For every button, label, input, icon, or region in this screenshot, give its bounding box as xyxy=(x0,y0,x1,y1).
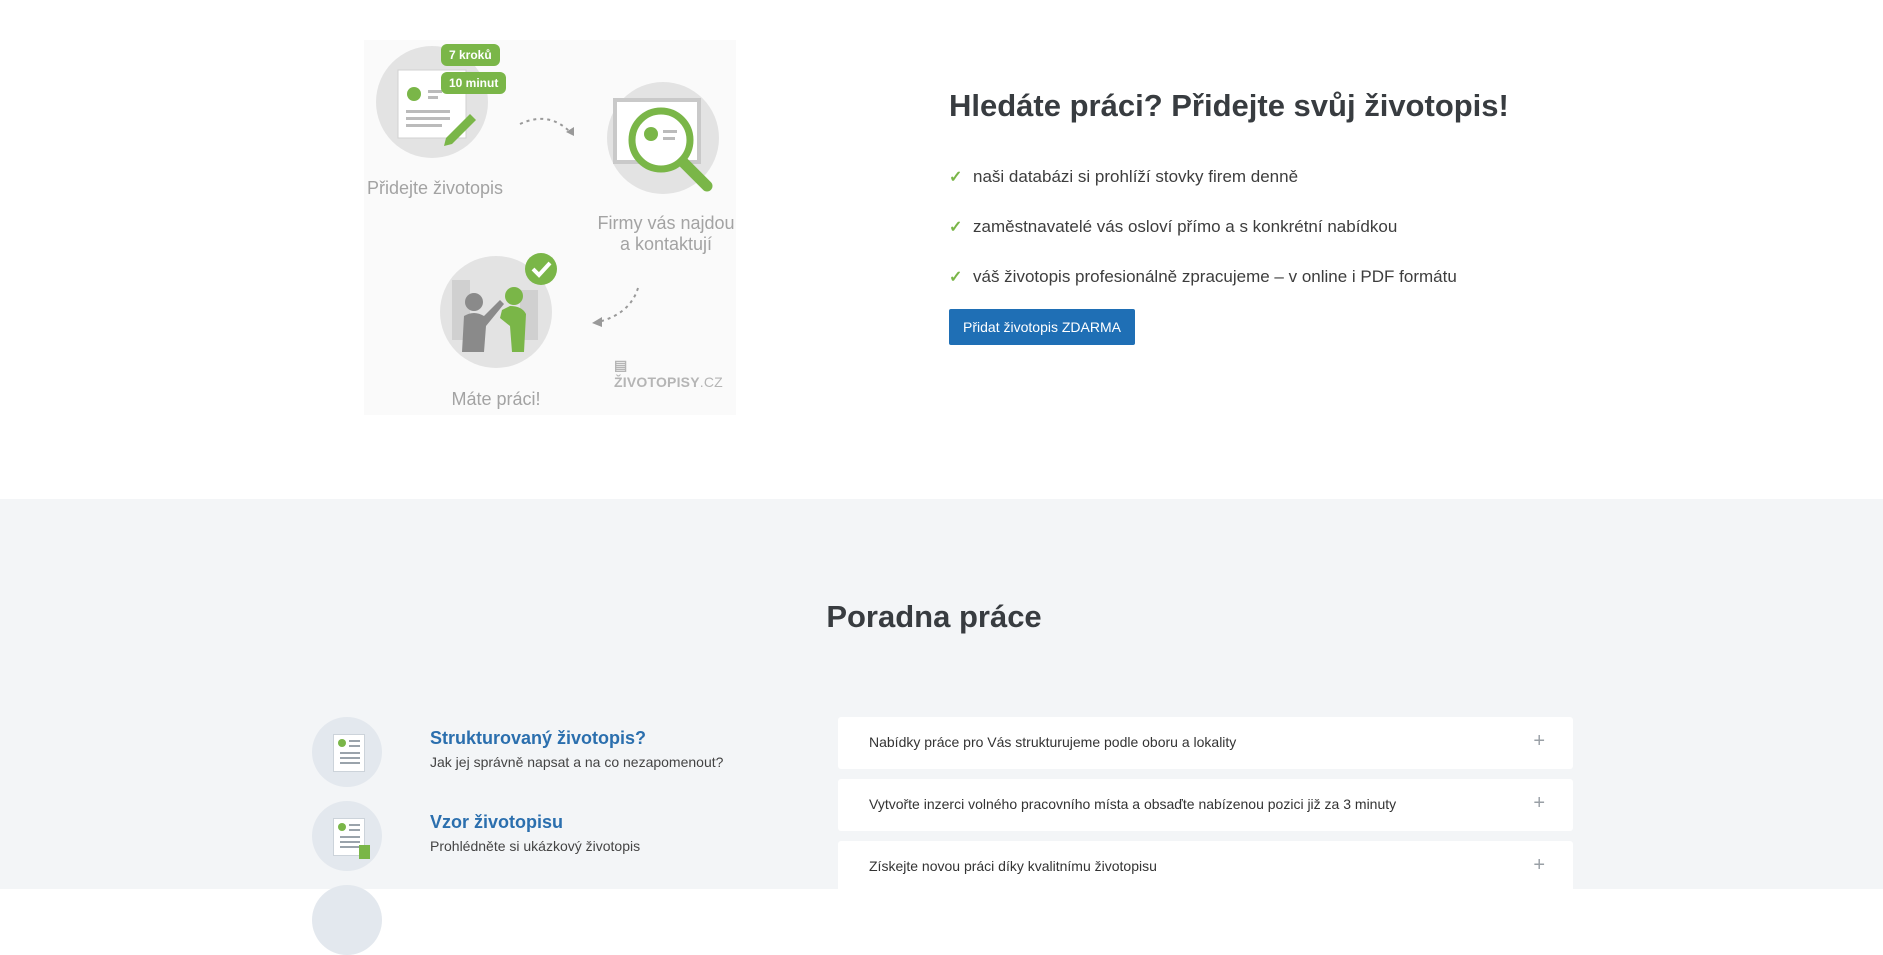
guide-icon-partial xyxy=(312,885,382,955)
brand-logo-text: ŽIVOTOPISY xyxy=(614,374,700,390)
faq-item[interactable]: Získejte novou práci díky kvalitnímu živ… xyxy=(838,841,1573,893)
doc-avatar xyxy=(338,739,346,747)
doc-line xyxy=(340,757,360,759)
guide-subtitle: Jak jej správně napsat a na co nezapomen… xyxy=(430,754,724,770)
faq-question: Získejte novou práci díky kvalitnímu živ… xyxy=(869,858,1157,874)
brand-logo-suffix: .CZ xyxy=(699,374,723,390)
benefit-item: ✓ naši databázi si prohlíží stovky firem… xyxy=(949,152,1457,202)
search-magnifier-icon xyxy=(613,98,713,192)
check-icon: ✓ xyxy=(949,169,963,186)
steps-badge: 7 kroků xyxy=(441,44,500,66)
cv-sample-icon xyxy=(312,801,382,871)
advice-section: Poradna práce Strukturovaný životopis? J… xyxy=(0,499,1883,955)
step-companies-circle xyxy=(607,82,719,194)
guide-subtitle: Prohlédněte si ukázkový životopis xyxy=(430,838,641,854)
guide-title-link[interactable]: Vzor životopisu xyxy=(430,812,563,833)
doc-line xyxy=(349,745,360,747)
guide-cv-sample[interactable]: Vzor životopisu Prohlédněte si ukázkový … xyxy=(312,801,732,871)
doc-line xyxy=(340,841,360,843)
doc-line xyxy=(340,846,360,848)
expand-plus-icon[interactable]: + xyxy=(1533,730,1545,753)
minutes-badge: 10 minut xyxy=(441,72,507,94)
faq-item[interactable]: Vytvořte inzerci volného pracovního míst… xyxy=(838,779,1573,831)
checkmark-badge-icon xyxy=(525,253,557,285)
doc-line xyxy=(340,762,360,764)
benefit-list: ✓ naši databázi si prohlíží stovky firem… xyxy=(949,152,1457,302)
zivotopisy-logo: ▤ ŽIVOTOPISY.CZ xyxy=(614,357,736,390)
step3-label: Máte práci! xyxy=(451,389,541,409)
promo-title: Hledáte práci? Přidejte svůj životopis! xyxy=(949,88,1509,123)
doc-line xyxy=(349,829,360,831)
step2-label-line2: a kontaktují xyxy=(619,234,713,254)
doc-shape xyxy=(333,818,370,859)
doc-line xyxy=(349,824,360,826)
benefit-text: naši databázi si prohlíží stovky firem d… xyxy=(973,167,1299,186)
expand-plus-icon[interactable]: + xyxy=(1533,792,1545,815)
benefit-text: váš životopis profesionálně zpracujeme –… xyxy=(973,267,1457,286)
expand-plus-icon[interactable]: + xyxy=(1533,854,1545,877)
step2-label-line1: Firmy vás najdou xyxy=(597,213,735,233)
doc-shape xyxy=(333,734,365,772)
doc-avatar xyxy=(338,823,346,831)
faq-item[interactable]: Nabídky práce pro Vás strukturujeme podl… xyxy=(838,717,1573,769)
step1-label: Přidejte životopis xyxy=(366,178,504,198)
process-illustration: 7 kroků 10 minut Přidejte životopis Firm… xyxy=(364,40,736,415)
doc-line xyxy=(349,740,360,742)
check-icon: ✓ xyxy=(949,219,963,236)
faq-question: Vytvořte inzerci volného pracovního míst… xyxy=(869,796,1397,812)
cv-document-icon xyxy=(312,717,382,787)
benefit-text: zaměstnavatelé vás osloví přímo a s konk… xyxy=(973,217,1398,236)
advice-title: Poradna práce xyxy=(826,599,1042,634)
faq-question: Nabídky práce pro Vás strukturujeme podl… xyxy=(869,734,1237,750)
doc-line xyxy=(340,752,360,754)
benefit-item: ✓ zaměstnavatelé vás osloví přímo a s ko… xyxy=(949,202,1457,252)
promo-section: 7 kroků 10 minut Přidejte životopis Firm… xyxy=(0,0,1883,499)
add-cv-free-button[interactable]: Přidat životopis ZDARMA xyxy=(949,309,1135,345)
green-file-icon xyxy=(359,845,370,859)
benefit-item: ✓ váš životopis profesionálně zpracujeme… xyxy=(949,252,1457,302)
dashed-arrow-icon xyxy=(519,117,574,136)
guide-structured-cv[interactable]: Strukturovaný životopis? Jak jej správně… xyxy=(312,717,732,787)
brand-logo-icon: ▤ xyxy=(614,357,628,373)
dashed-arrow-icon xyxy=(592,287,639,327)
guide-title-link[interactable]: Strukturovaný životopis? xyxy=(430,728,646,749)
check-icon: ✓ xyxy=(949,269,963,286)
doc-line xyxy=(340,836,360,838)
